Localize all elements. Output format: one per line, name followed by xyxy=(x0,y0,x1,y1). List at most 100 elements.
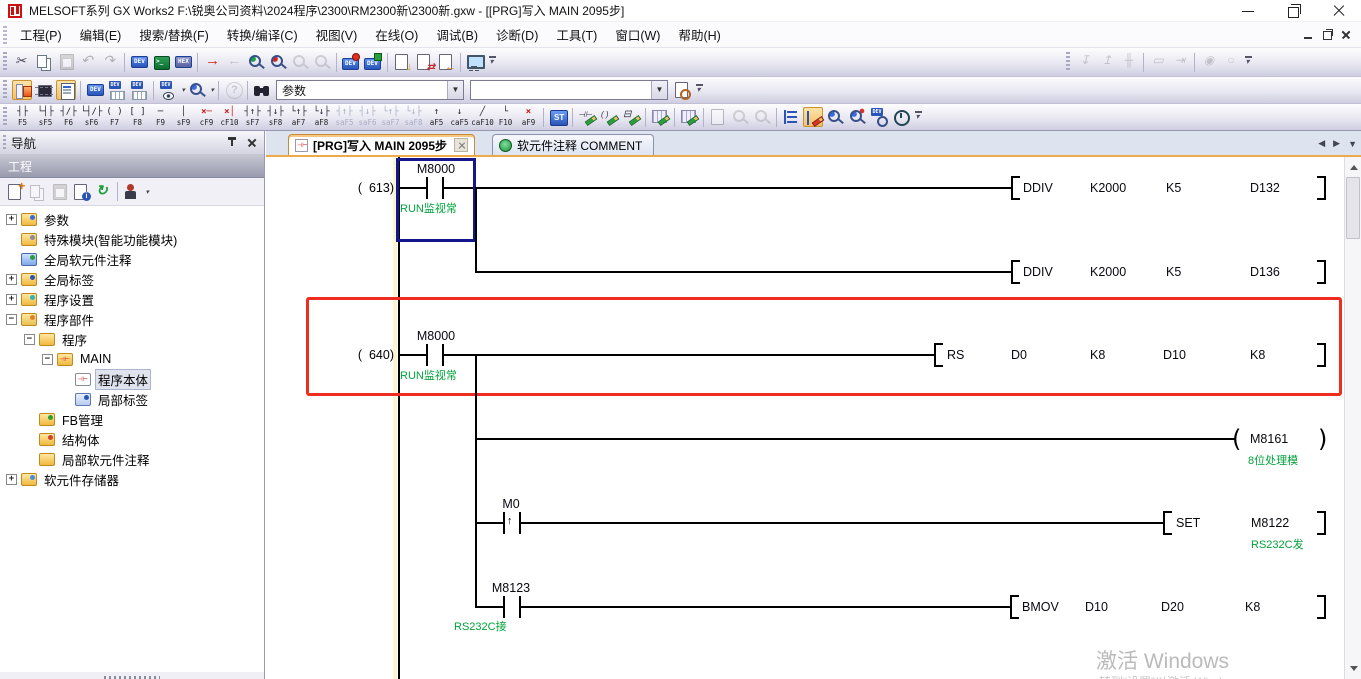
fkey-F8-button[interactable]: [ ]F8 xyxy=(126,105,149,130)
fkey-sF7-button[interactable]: ┤↑├sF7 xyxy=(241,105,264,130)
tree-item-special-module[interactable]: 特殊模块(智能功能模块) xyxy=(0,229,264,249)
fkey-aF7-button[interactable]: └↑├aF7 xyxy=(287,105,310,130)
menu-view[interactable]: 视图(V) xyxy=(307,21,367,48)
document-close-button[interactable] xyxy=(1338,27,1355,42)
zoom-monitor-icon[interactable] xyxy=(825,107,845,127)
write-to-plc-icon[interactable] xyxy=(202,52,222,72)
watch-window-icon[interactable] xyxy=(891,107,911,127)
fkey-F7-button[interactable]: ( )F7 xyxy=(103,105,126,130)
fkey-sF5-button[interactable]: └┤├sF5 xyxy=(34,105,57,130)
scroll-down-icon[interactable] xyxy=(1345,660,1361,677)
window-close-button[interactable] xyxy=(1316,0,1361,22)
fkey-F10-button[interactable]: └F10 xyxy=(494,105,517,130)
simulation-icon[interactable] xyxy=(151,52,171,72)
find-combobox[interactable]: ▼ xyxy=(470,80,668,100)
menu-diagnostics[interactable]: 诊断(D) xyxy=(487,21,547,48)
tree-item-fb-management[interactable]: FB管理 xyxy=(0,409,264,429)
combobox-dropdown-icon[interactable]: ▼ xyxy=(651,81,667,99)
fkey-sF8-button[interactable]: ┤↓├sF8 xyxy=(264,105,287,130)
edit-coil-icon[interactable] xyxy=(599,107,619,127)
panel-splitter[interactable] xyxy=(0,672,264,679)
ladder-editor[interactable]: ( 613) M8000 RUN监视常 DDIV K2000 K5 D132 D… xyxy=(266,157,1344,679)
tree-expander-icon[interactable]: + xyxy=(6,274,17,285)
tab-list-icon[interactable]: ▼ xyxy=(1348,139,1357,149)
device-batch-monitor-icon[interactable] xyxy=(363,52,383,72)
window-restore-button[interactable] xyxy=(1271,0,1316,22)
tab-scroll-right-icon[interactable]: ▶ xyxy=(1333,138,1340,149)
tree-item-global-label[interactable]: +全局标签 xyxy=(0,269,264,289)
toolbar-overflow-icon[interactable] xyxy=(487,52,499,72)
window-preview-icon[interactable] xyxy=(672,80,692,100)
fkey-sF6-button[interactable]: └┤/├sF6 xyxy=(80,105,103,130)
toolbar-overflow-icon[interactable] xyxy=(694,80,706,100)
tree-expander-icon[interactable]: + xyxy=(6,294,17,305)
device-search-icon[interactable] xyxy=(869,107,889,127)
data-select-combobox[interactable]: 参数 ▼ xyxy=(276,80,464,100)
menu-debug[interactable]: 调试(B) xyxy=(427,21,487,48)
device-reference-icon[interactable] xyxy=(129,80,149,100)
tab-main-program[interactable]: [PRG]写入 MAIN 2095步 xyxy=(288,134,475,155)
monitor-start-icon[interactable] xyxy=(246,52,266,72)
tab-close-icon[interactable] xyxy=(454,138,468,152)
toolbar-overflow-icon[interactable] xyxy=(913,107,925,127)
tree-expander-icon[interactable]: + xyxy=(6,214,17,225)
menu-tools[interactable]: 工具(T) xyxy=(547,21,606,48)
cut-icon[interactable] xyxy=(12,52,32,72)
statement-display-icon[interactable] xyxy=(803,107,823,127)
monitor-window-icon[interactable] xyxy=(465,52,485,72)
data-sort-icon[interactable] xyxy=(71,182,91,202)
tab-scroll-left-icon[interactable]: ◀ xyxy=(1318,138,1325,149)
insert-column-icon[interactable] xyxy=(679,107,699,127)
work-window-icon[interactable] xyxy=(56,80,76,100)
new-data-icon[interactable] xyxy=(5,182,25,202)
menu-online[interactable]: 在线(O) xyxy=(366,21,427,48)
transfer-setup-icon[interactable] xyxy=(436,52,456,72)
device-memory-icon[interactable] xyxy=(107,80,127,100)
hex-display-icon[interactable] xyxy=(173,52,193,72)
tree-item-local-device-comment[interactable]: 局部软元件注释 xyxy=(0,449,264,469)
tree-item-program[interactable]: −程序 xyxy=(0,329,264,349)
panel-close-icon[interactable] xyxy=(245,136,259,150)
plc-remote-operation-icon[interactable] xyxy=(414,52,434,72)
tree-expander-icon[interactable]: − xyxy=(42,354,53,365)
tree-item-parameter[interactable]: +参数 xyxy=(0,209,264,229)
document-restore-button[interactable] xyxy=(1319,27,1336,42)
scroll-up-icon[interactable] xyxy=(1345,159,1361,176)
tree-expander-icon[interactable]: − xyxy=(24,334,35,345)
combobox-dropdown-icon[interactable]: ▼ xyxy=(447,81,463,99)
fkey-aF9-button[interactable]: ×aF9 xyxy=(517,105,540,130)
menu-help[interactable]: 帮助(H) xyxy=(669,21,729,48)
tab-device-comment[interactable]: 软元件注释 COMMENT xyxy=(492,134,654,155)
tree-expander-icon[interactable]: + xyxy=(6,474,17,485)
scrollbar-thumb[interactable] xyxy=(1346,177,1360,239)
comment-display-icon[interactable] xyxy=(781,107,801,127)
toolbar-overflow-icon[interactable] xyxy=(1243,52,1255,72)
fkey-F5-button[interactable]: ┤├F5 xyxy=(11,105,34,130)
fkey-F9-button[interactable]: ─F9 xyxy=(149,105,172,130)
device-test-icon[interactable] xyxy=(341,52,361,72)
filter-icon[interactable]: ▾ xyxy=(122,182,149,202)
fkey-sF9-button[interactable]: │sF9 xyxy=(172,105,195,130)
fkey-caF5-button[interactable]: ↓caF5 xyxy=(448,105,471,130)
menu-edit[interactable]: 编辑(E) xyxy=(71,21,131,48)
fkey-cF10-button[interactable]: ×│cF10 xyxy=(218,105,241,130)
find-device-icon[interactable]: ▾ xyxy=(187,80,214,100)
menu-window[interactable]: 窗口(W) xyxy=(606,21,669,48)
fkey-cF9-button[interactable]: ×─cF9 xyxy=(195,105,218,130)
menu-find-replace[interactable]: 搜索/替换(F) xyxy=(130,21,217,48)
tree-item-pou[interactable]: −程序部件 xyxy=(0,309,264,329)
tree-item-global-device-comment[interactable]: 全局软元件注释 xyxy=(0,249,264,269)
edit-contact-icon[interactable] xyxy=(577,107,597,127)
refresh-icon[interactable] xyxy=(93,182,113,202)
vertical-scrollbar[interactable] xyxy=(1344,157,1361,679)
edit-comment-icon[interactable] xyxy=(621,107,641,127)
fkey-aF5-button[interactable]: ↑aF5 xyxy=(425,105,448,130)
insert-row-icon[interactable] xyxy=(650,107,670,127)
menu-project[interactable]: 工程(P) xyxy=(11,21,71,48)
inline-st-icon[interactable] xyxy=(548,107,568,127)
fkey-caF10-button[interactable]: ╱caF10 xyxy=(471,105,494,130)
device-comment-edit-icon[interactable] xyxy=(129,52,149,72)
window-minimize-button[interactable] xyxy=(1226,0,1271,22)
navigation-toggle-icon[interactable] xyxy=(12,80,32,100)
fkey-aF8-button[interactable]: └↓├aF8 xyxy=(310,105,333,130)
